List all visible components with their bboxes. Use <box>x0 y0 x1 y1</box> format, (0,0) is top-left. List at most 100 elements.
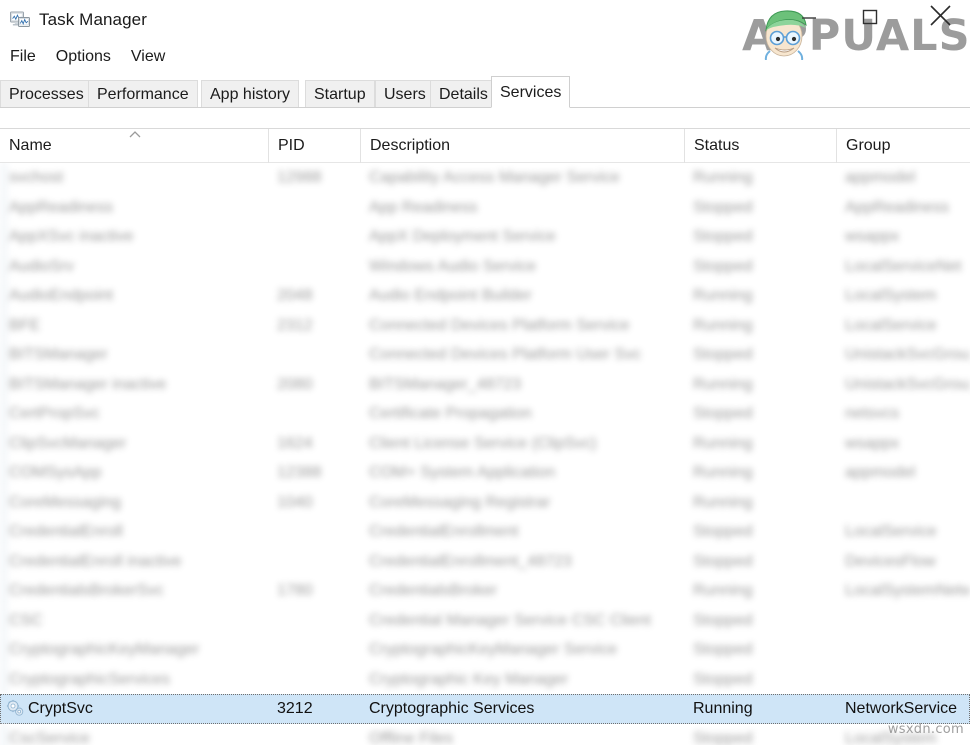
cell-status: Stopped <box>693 670 753 688</box>
cell-name: CscService <box>0 723 268 745</box>
table-row[interactable]: CSC Credential Manager Service CSC Clien… <box>0 605 970 635</box>
cell-status: Running <box>693 493 753 511</box>
table-row[interactable]: CredentialEnroll CredentialEnrollment St… <box>0 517 970 547</box>
cell-pid: 2312 <box>277 316 313 334</box>
cell-pid <box>268 193 360 223</box>
cell-name: CryptographicServices <box>0 664 268 694</box>
cell-group <box>836 488 970 518</box>
cell-group: DevicesFlow <box>845 552 936 570</box>
tab-performance[interactable]: Performance <box>88 80 198 108</box>
cell-name: BITSManager inactive <box>0 369 268 399</box>
cell-name: CryptSvc <box>28 700 93 717</box>
cell-pid: 3212 <box>277 700 313 717</box>
cell-description: App Readiness <box>369 198 478 216</box>
column-header-pid[interactable]: PID <box>268 129 360 163</box>
cell-name: CredentialEnroll <box>0 517 268 547</box>
tab-app-history[interactable]: App history <box>201 80 300 108</box>
cell-description: Connected Devices Platform User Svc <box>369 346 642 363</box>
cell-description: Offline Files <box>369 729 454 745</box>
cell-description: COM+ System Application <box>369 464 556 481</box>
tab-users[interactable]: Users <box>375 80 435 108</box>
cell-group: netsvcs <box>845 405 900 422</box>
cell-status: Running <box>693 464 753 481</box>
tab-processes[interactable]: Processes <box>0 80 93 108</box>
tab-startup[interactable]: Startup <box>305 80 375 108</box>
cell-group: UnistackSvcGroup <box>845 375 970 393</box>
cell-name: AudioSrv <box>0 251 268 281</box>
table-row[interactable]: AppReadiness App Readiness Stopped AppRe… <box>0 192 970 223</box>
menu-item-file[interactable]: File <box>0 46 46 68</box>
table-row[interactable]: CertPropSvc Certificate Propagation Stop… <box>0 399 970 429</box>
table-row[interactable]: svchost 12988 Capability Access Manager … <box>0 163 970 193</box>
cell-name: CredentialsBrokerSvc <box>0 576 268 606</box>
table-row[interactable]: CredentialEnroll inactive CredentialEnro… <box>0 546 970 577</box>
cell-group: wsappx <box>845 434 900 452</box>
cell-status: Stopped <box>693 346 753 363</box>
cell-status: Running <box>693 700 753 717</box>
cell-pid <box>268 399 360 429</box>
task-manager-monitor-icon <box>10 11 30 27</box>
cell-pid: 12388 <box>277 464 322 481</box>
table-row[interactable]: ClipSvcManager 1624 Client License Servi… <box>0 428 970 458</box>
cell-group: appmodel <box>845 464 916 481</box>
minimize-icon[interactable] <box>793 3 825 31</box>
cell-group: appmodel <box>845 169 916 186</box>
cell-pid <box>268 665 360 695</box>
table-row[interactable]: CredentialsBrokerSvc 1780 CredentialsBro… <box>0 576 970 606</box>
table-row[interactable]: CryptographicKeyManager CryptographicKey… <box>0 635 970 665</box>
cell-status: Stopped <box>693 523 753 540</box>
cell-pid <box>268 222 360 252</box>
cell-description: BITSManager_48723 <box>369 375 522 393</box>
cell-status: Stopped <box>693 729 753 745</box>
cell-group: AppReadiness <box>845 198 950 216</box>
table-row-selected[interactable]: CryptSvc 3212 Cryptographic Services Run… <box>0 694 970 724</box>
tab-services[interactable]: Services <box>491 76 571 108</box>
menu-item-view[interactable]: View <box>121 46 175 68</box>
cell-description: Windows Audio Service <box>369 257 537 275</box>
cell-status: Running <box>693 434 753 452</box>
task-manager-window: Task Manager APPUALS File Options View P… <box>0 0 970 745</box>
table-row[interactable]: AudioEndpoint 2048 Audio Endpoint Builde… <box>0 281 970 311</box>
cell-group: wsappx <box>845 228 900 245</box>
cell-status: Stopped <box>693 611 753 629</box>
table-row[interactable]: CoreMessaging 1040 CoreMessaging Registr… <box>0 487 970 518</box>
cell-pid <box>268 252 360 282</box>
table-row[interactable]: CscService Offline Files Stopped LocalSy… <box>0 723 970 745</box>
menu-item-options[interactable]: Options <box>46 46 121 68</box>
cell-status: Stopped <box>693 198 753 216</box>
table-row[interactable]: AudioSrv Windows Audio Service Stopped L… <box>0 251 970 282</box>
cell-description: CryptographicKeyManager Service <box>369 641 618 658</box>
tab-details[interactable]: Details <box>430 80 497 108</box>
cell-pid <box>268 547 360 577</box>
cell-group <box>836 665 970 695</box>
cell-status: Stopped <box>693 405 753 422</box>
cell-description: CredentialsBroker <box>369 582 498 599</box>
column-header-group[interactable]: Group <box>836 129 970 163</box>
cell-status: Running <box>693 287 753 304</box>
table-row[interactable]: BFE 2312 Connected Devices Platform Serv… <box>0 310 970 340</box>
table-row[interactable]: BITSManager inactive 2080 BITSManager_48… <box>0 369 970 399</box>
cell-description: Credential Manager Service CSC Client <box>369 611 651 629</box>
cell-description: Capability Access Manager Service <box>369 169 620 186</box>
column-header-description[interactable]: Description <box>360 129 684 163</box>
cell-status: Running <box>693 375 753 393</box>
table-row[interactable]: AppXSvc inactive AppX Deployment Service… <box>0 222 970 252</box>
cell-name: COMSysApp <box>0 458 268 488</box>
cell-pid: 12988 <box>277 169 322 186</box>
maximize-icon[interactable] <box>854 3 886 31</box>
cell-group <box>836 635 970 665</box>
table-row[interactable]: CryptographicServices Cryptographic Key … <box>0 664 970 695</box>
cell-description: CredentialEnrollment <box>369 523 519 540</box>
table-row[interactable]: BITSManager Connected Devices Platform U… <box>0 340 970 370</box>
cell-description: Cryptographic Services <box>369 700 535 717</box>
window-title: Task Manager <box>39 10 147 29</box>
cell-description: CoreMessaging Registrar <box>369 493 551 511</box>
cell-pid: 1780 <box>277 582 313 599</box>
cell-name: CryptographicKeyManager <box>0 635 268 665</box>
table-row[interactable]: COMSysApp 12388 COM+ System Application … <box>0 458 970 488</box>
services-table-body[interactable]: svchost 12988 Capability Access Manager … <box>0 163 970 745</box>
close-icon[interactable] <box>920 0 960 34</box>
cell-pid: 1040 <box>277 493 313 511</box>
cell-status: Running <box>693 582 753 599</box>
column-header-status[interactable]: Status <box>684 129 836 163</box>
